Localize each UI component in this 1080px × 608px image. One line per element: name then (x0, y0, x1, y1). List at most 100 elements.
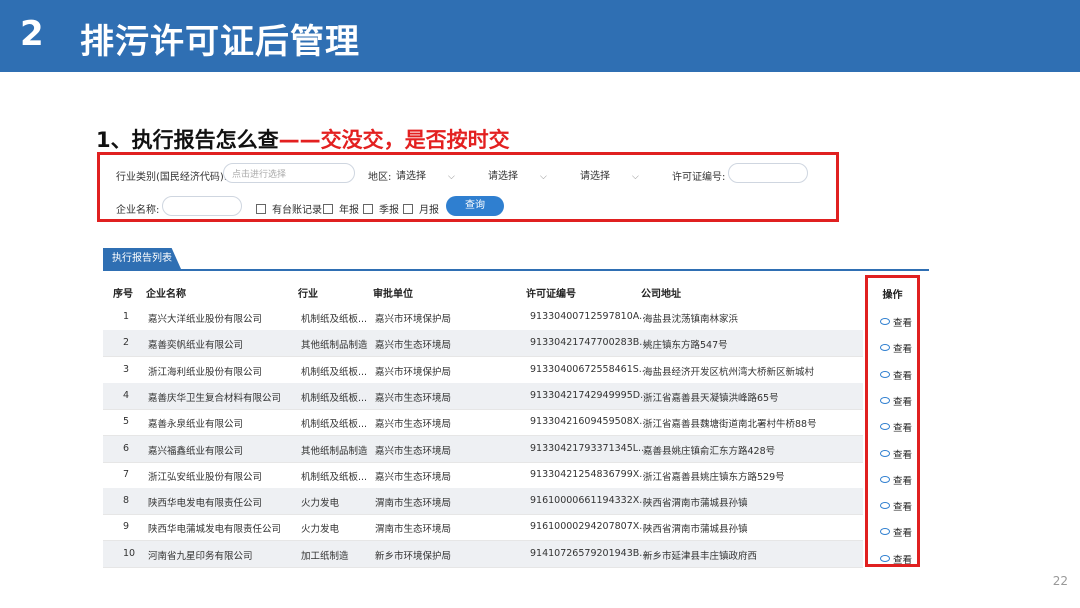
eye-icon (880, 344, 890, 352)
eye-icon (880, 370, 890, 378)
cell-industry: 机制纸及纸板... (301, 471, 368, 483)
cell-address: 海盐县经济开发区杭州湾大桥新区新城村 (643, 366, 815, 378)
table-row: 5 嘉善永泉纸业有限公司 机制纸及纸板... 嘉兴市生态环境局 913304216094… (103, 409, 863, 437)
cell-industry: 火力发电 (301, 498, 340, 510)
permit-number-label: 许可证编号: (672, 172, 726, 183)
county-select-value: 请选择 (580, 171, 610, 182)
cell-permit: 91610000661194332X... (530, 495, 649, 507)
page-number: 22 (1052, 574, 1068, 588)
eye-icon (880, 554, 890, 562)
cell-industry: 机制纸及纸板... (301, 392, 368, 404)
cell-company: 陕西华电发电有限责任公司 (148, 498, 263, 510)
industry-select-input[interactable]: 点击进行选择 (223, 163, 355, 183)
region-city-select[interactable]: 请选择 ⌵ (488, 167, 547, 182)
eye-icon (880, 475, 890, 483)
cell-company: 嘉兴福鑫纸业有限公司 (148, 445, 244, 457)
table-row: 6 嘉兴福鑫纸业有限公司 其他纸制品制造 嘉兴市生态环境局 91330421793371… (103, 435, 863, 463)
cell-permit: 91330421793371345L... (530, 442, 648, 454)
cell-seq: 3 (123, 363, 130, 375)
cell-permit: 91330400712597810A... (530, 311, 649, 322)
monthly-checkbox-label: 月报 (419, 205, 439, 216)
cell-seq: 6 (123, 442, 130, 454)
cell-company: 陕西华电蒲城发电有限责任公司 (148, 524, 282, 536)
view-link[interactable]: 查看 (880, 473, 912, 487)
header-action: 操作 (882, 290, 903, 301)
company-name-input[interactable] (162, 196, 242, 216)
view-link[interactable]: 查看 (880, 447, 912, 461)
monthly-checkbox[interactable]: 月报 (403, 201, 439, 216)
view-link[interactable]: 查看 (880, 525, 912, 539)
cell-company: 河南省九星印务有限公司 (148, 550, 253, 562)
table-row: 7 浙江弘安纸业股份有限公司 机制纸及纸板... 嘉兴市生态环境局 9133042125… (103, 462, 863, 489)
action-column: 操作 查看 查看 查看 查看 查看 查看 查看 查看 查看 查看 (865, 275, 920, 567)
cell-approver: 嘉兴市生态环境局 (375, 419, 452, 431)
view-label: 查看 (893, 423, 913, 435)
cell-approver: 嘉兴市环境保护局 (375, 366, 452, 378)
city-select-value: 请选择 (488, 171, 518, 182)
annual-checkbox[interactable]: 年报 (323, 201, 359, 216)
query-button[interactable]: 查询 (446, 196, 504, 216)
cell-approver: 嘉兴市生态环境局 (375, 392, 452, 404)
view-label: 查看 (893, 318, 913, 329)
cell-permit: 91610000294207807X... (530, 521, 649, 533)
cell-permit: 91330400672558461S... (530, 363, 648, 375)
eye-icon (880, 318, 890, 325)
view-link[interactable]: 查看 (880, 499, 912, 513)
cell-approver: 渭南市生态环境局 (375, 524, 452, 536)
cell-permit: 91330421747700283B... (530, 337, 649, 349)
view-link[interactable]: 查看 (880, 552, 912, 566)
cell-approver: 渭南市生态环境局 (375, 498, 452, 510)
cell-address: 浙江省嘉善县天凝镇洪峰路65号 (643, 392, 779, 404)
table-row: 8 陕西华电发电有限责任公司 火力发电 渭南市生态环境局 916100006611943… (103, 488, 863, 516)
cell-seq: 8 (123, 495, 130, 507)
region-province-select[interactable]: 请选择 ⌵ (396, 167, 455, 182)
region-label: 地区: (368, 172, 392, 183)
cell-approver: 嘉兴市生态环境局 (375, 445, 452, 457)
view-label: 查看 (893, 370, 913, 382)
cell-approver: 新乡市环境保护局 (375, 550, 452, 562)
chevron-down-icon: ⌵ (448, 172, 455, 182)
cell-address: 陕西省渭南市蒲城县孙镇 (643, 498, 748, 510)
cell-approver: 嘉兴市生态环境局 (375, 340, 452, 352)
checkbox-icon (363, 204, 373, 214)
slide-subtitle: 1、执行报告怎么查——交没交，是否按时交 (96, 124, 510, 154)
cell-seq: 9 (123, 521, 130, 533)
province-select-value: 请选择 (396, 171, 426, 182)
cell-seq: 10 (123, 547, 136, 559)
subtitle-main: 1、执行报告怎么查 (96, 128, 279, 152)
view-label: 查看 (893, 528, 913, 540)
cell-permit: 91410726579201943B... (530, 547, 649, 559)
view-link[interactable]: 查看 (880, 315, 912, 329)
cell-industry: 机制纸及纸板... (301, 314, 368, 325)
view-link[interactable]: 查看 (880, 341, 912, 355)
subtitle-dash: —— (278, 128, 321, 152)
ledger-checkbox[interactable]: 有台账记录 (256, 201, 322, 216)
table-row: 2 嘉善奕帆纸业有限公司 其他纸制品制造 嘉兴市生态环境局 91330421747700… (103, 330, 863, 358)
cell-company: 嘉兴大洋纸业股份有限公司 (148, 314, 263, 325)
quarterly-checkbox[interactable]: 季报 (363, 201, 399, 216)
industry-label: 行业类别(国民经济代码): (116, 172, 228, 183)
permit-number-input[interactable] (728, 163, 808, 183)
header-permit: 许可证编号 (526, 289, 576, 300)
view-link[interactable]: 查看 (880, 394, 912, 408)
table-row: 3 浙江海利纸业股份有限公司 机制纸及纸板... 嘉兴市环境保护局 9133040067… (103, 357, 863, 384)
table-row: 10 河南省九星印务有限公司 加工纸制造 新乡市环境保护局 91410726579201… (103, 540, 863, 568)
header-industry: 行业 (298, 289, 318, 300)
view-link[interactable]: 查看 (880, 420, 912, 434)
tab-report-list[interactable]: 执行报告列表 (103, 248, 181, 269)
search-filter-panel: 行业类别(国民经济代码): 点击进行选择 地区: 请选择 ⌵ 请选择 ⌵ 请选择 ⌵ … (97, 152, 839, 222)
checkbox-icon (256, 204, 266, 214)
cell-company: 嘉善永泉纸业有限公司 (148, 419, 244, 431)
cell-company: 浙江弘安纸业股份有限公司 (148, 471, 263, 483)
cell-seq: 5 (123, 416, 130, 428)
cell-address: 陕西省渭南市蒲城县孙镇 (643, 524, 748, 536)
view-link[interactable]: 查看 (880, 368, 912, 382)
eye-icon (880, 528, 890, 536)
cell-company: 嘉善庆华卫生复合材料有限公司 (148, 392, 282, 404)
region-county-select[interactable]: 请选择 ⌵ (580, 167, 639, 182)
cell-seq: 7 (123, 468, 130, 480)
header-company: 企业名称 (146, 289, 186, 300)
view-label: 查看 (893, 554, 913, 566)
cell-address: 新乡市延津县丰庄镇政府西 (643, 550, 758, 562)
table-row: 1 嘉兴大洋纸业股份有限公司 机制纸及纸板... 嘉兴市环境保护局 9133040071… (103, 304, 863, 331)
